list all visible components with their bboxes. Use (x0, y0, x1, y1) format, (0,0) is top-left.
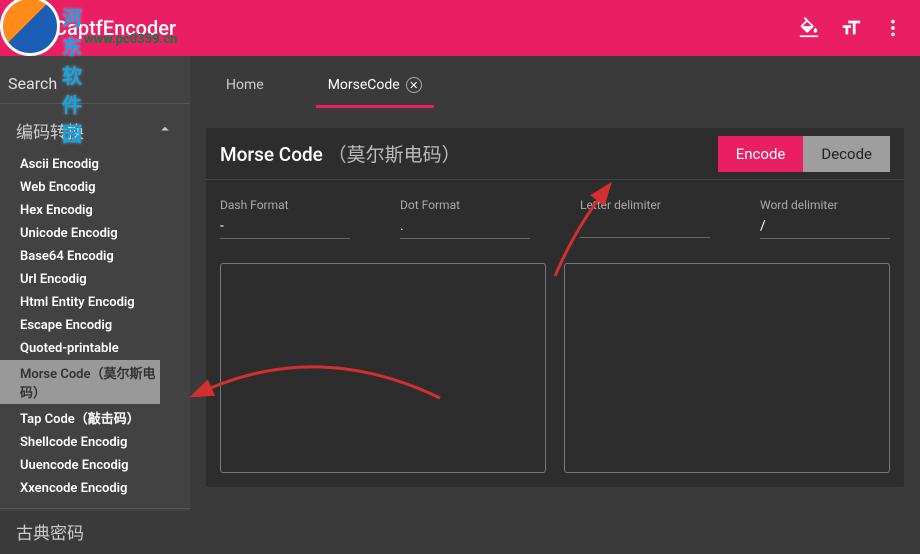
panel-title-en: Morse Code (220, 143, 323, 166)
sidebar-item[interactable]: Morse Code（莫尔斯电码） (0, 360, 160, 404)
param-dash[interactable]: Dash Format - (220, 198, 350, 239)
layout: Search 编码转换 Ascii EncodigWeb EncodigHex … (0, 56, 920, 511)
tab-home[interactable]: Home (214, 65, 276, 108)
header-left: CaptfEncoder (16, 16, 176, 40)
main-area: Home MorseCode ✕ Morse Code （莫尔斯电码） Enco… (190, 56, 920, 511)
button-group: Encode Decode (718, 136, 890, 172)
param-value: . (400, 218, 530, 239)
sidebar-item[interactable]: Uuencode Encodig (0, 454, 190, 477)
more-vert-icon[interactable] (882, 17, 904, 39)
menu-icon[interactable] (16, 17, 38, 39)
panel: Morse Code （莫尔斯电码） Encode Decode Dash Fo… (206, 128, 904, 487)
param-value: - (220, 218, 350, 239)
sidebar-item[interactable]: Base64 Encodig (0, 245, 190, 268)
param-label: Letter delimiter (580, 198, 710, 212)
tab-morsecode-label: MorseCode (328, 77, 400, 93)
param-dot[interactable]: Dot Format . (400, 198, 530, 239)
category-title: 编码转换 (16, 118, 84, 143)
encode-button[interactable]: Encode (718, 136, 804, 172)
sidebar-item[interactable]: Xxencode Encodig (0, 477, 190, 500)
sidebar-item[interactable]: Tap Code（敲击码） (0, 404, 190, 431)
search-area[interactable]: Search (0, 56, 190, 104)
param-label: Word delimiter (760, 198, 890, 212)
menu-list: Ascii EncodigWeb EncodigHex EncodigUnico… (0, 153, 190, 508)
header-right (798, 17, 904, 39)
sidebar-item[interactable]: Shellcode Encodig (0, 431, 190, 454)
output-textarea[interactable] (564, 263, 890, 473)
param-label: Dot Format (400, 198, 530, 212)
param-value (580, 218, 710, 238)
panel-title: Morse Code （莫尔斯电码） (220, 140, 461, 167)
app-title: CaptfEncoder (54, 16, 176, 40)
sidebar: Search 编码转换 Ascii EncodigWeb EncodigHex … (0, 56, 190, 511)
category-encoding[interactable]: 编码转换 (0, 104, 190, 153)
paint-bucket-icon[interactable] (798, 17, 820, 39)
params-row: Dash Format - Dot Format . Letter delimi… (206, 180, 904, 249)
decode-button[interactable]: Decode (803, 136, 890, 172)
input-textarea[interactable] (220, 263, 546, 473)
sidebar-item[interactable]: Escape Encodig (0, 314, 190, 337)
chevron-up-icon (156, 120, 174, 142)
sidebar-item[interactable]: Unicode Encodig (0, 222, 190, 245)
param-word[interactable]: Word delimiter / (760, 198, 890, 239)
param-letter[interactable]: Letter delimiter (580, 198, 710, 239)
tab-morsecode[interactable]: MorseCode ✕ (316, 65, 434, 108)
sidebar-item[interactable]: Ascii Encodig (0, 153, 190, 176)
sidebar-item[interactable]: Quoted-printable (0, 337, 190, 360)
category-classical[interactable]: 古典密码 (0, 508, 190, 554)
textareas (206, 249, 904, 487)
close-icon[interactable]: ✕ (406, 77, 422, 93)
param-label: Dash Format (220, 198, 350, 212)
search-label: Search (8, 74, 182, 93)
sidebar-item[interactable]: Web Encodig (0, 176, 190, 199)
sidebar-item[interactable]: Url Encodig (0, 268, 190, 291)
tabs: Home MorseCode ✕ (190, 56, 920, 108)
sidebar-item[interactable]: Hex Encodig (0, 199, 190, 222)
tab-home-label: Home (226, 77, 264, 93)
text-size-icon[interactable] (840, 17, 862, 39)
sidebar-item[interactable]: Html Entity Encodig (0, 291, 190, 314)
panel-header: Morse Code （莫尔斯电码） Encode Decode (206, 128, 904, 180)
app-header: CaptfEncoder (0, 0, 920, 56)
panel-title-cn: （莫尔斯电码） (328, 143, 461, 166)
param-value: / (760, 218, 890, 239)
